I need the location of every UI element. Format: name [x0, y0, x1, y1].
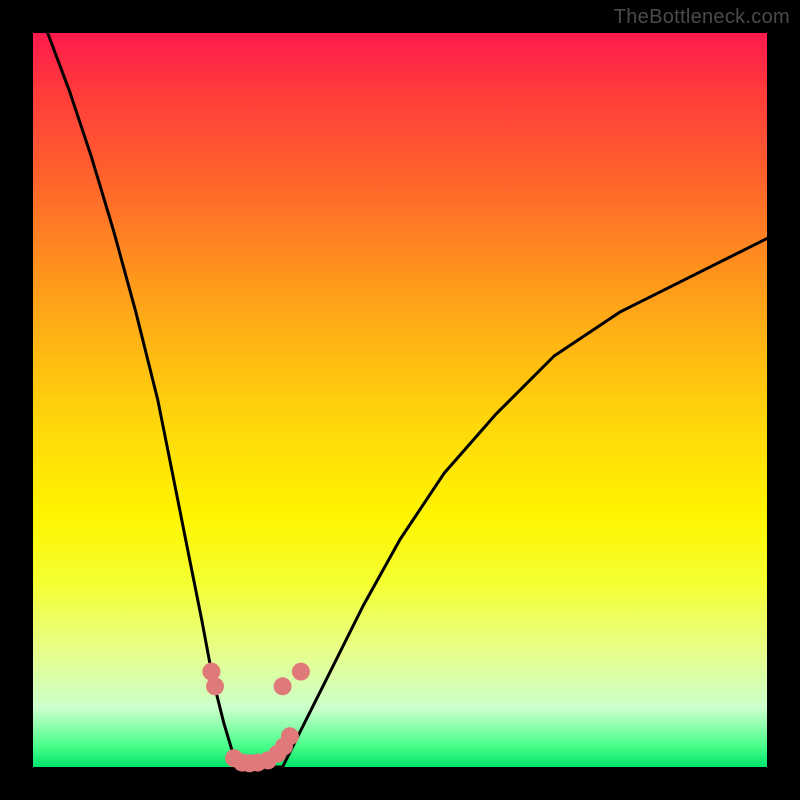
sample-dot: [292, 663, 310, 681]
watermark-text: TheBottleneck.com: [614, 6, 790, 29]
chart-frame: TheBottleneck.com: [0, 0, 800, 800]
sample-dot: [274, 677, 292, 695]
curve-path: [48, 33, 767, 767]
plot-area: [33, 33, 767, 767]
bottleneck-curve: [33, 33, 767, 767]
sample-dot: [206, 677, 224, 695]
sample-dot: [281, 727, 299, 745]
